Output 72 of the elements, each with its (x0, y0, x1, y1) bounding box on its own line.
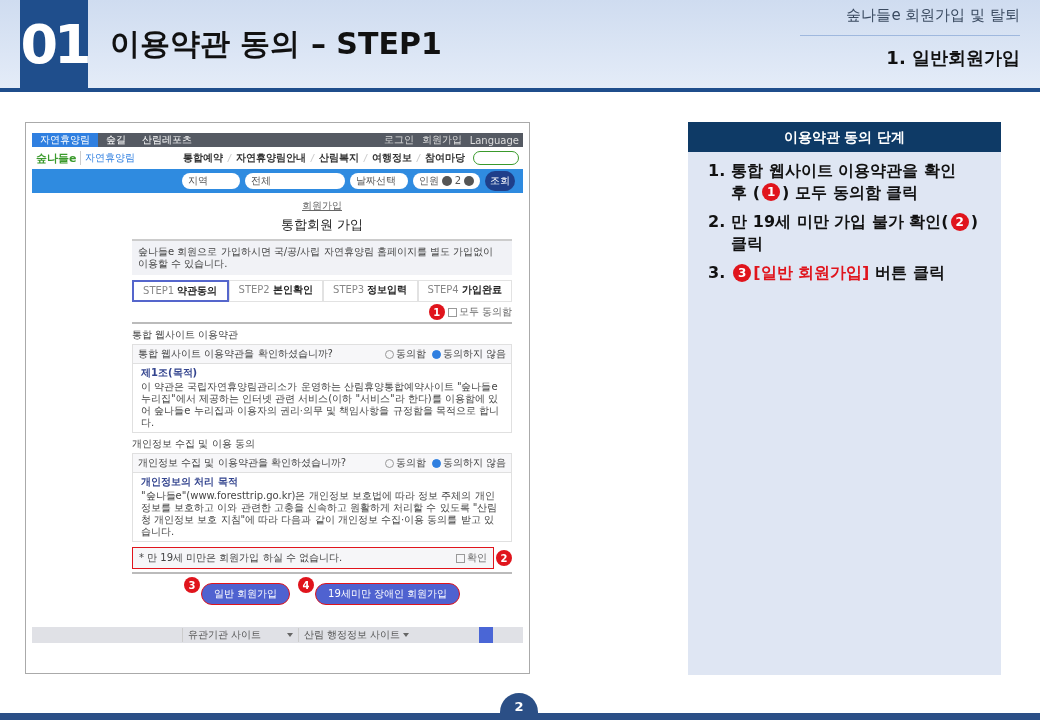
category-label: 숲나들e 회원가입 및 탈퇴 (800, 0, 1020, 36)
search-button[interactable]: 조회 (485, 171, 515, 191)
step-tab[interactable]: STEP1 약관동의 (132, 280, 229, 302)
breadcrumb[interactable]: 회원가입 (132, 199, 512, 213)
terms-heading: 개인정보의 처리 목적 (141, 476, 239, 488)
site-tab[interactable]: 산림레포츠 (134, 133, 200, 147)
step-text: 후 ( (731, 181, 761, 204)
top-link[interactable]: Language (465, 134, 523, 146)
chapter-number: 01 (20, 0, 88, 88)
nav-item[interactable]: 참여마당 (425, 151, 465, 165)
terms-heading: 제1조(목적) (141, 367, 199, 379)
caret-icon (403, 633, 409, 637)
step-text: ) (970, 211, 978, 233)
step-text: ) 모두 동의함 클릭 (782, 181, 919, 204)
brand-label: 자연휴양림 (80, 151, 136, 165)
site-logo[interactable]: 숲나들e (36, 150, 77, 166)
marker-badge: 1 (428, 304, 445, 320)
section-title: 통합 웹사이트 이용약관 (132, 328, 240, 342)
terms-paragraph: 이 약관은 국립자연휴양림관리소가 운영하는 산림휴양통합예약사이트 "숲나들e 누리집"에서 제공하는 인터넷 관련 서비스(이하 "서비스"라 한다)를 이용함에 있어 숲나들e 누리집과 이용자의 권리·의무 및 책임사항을 규정함을 목적으로 합니다. (141, 381, 500, 429)
marker-badge: 3 (733, 264, 752, 283)
top-link[interactable]: 로그인 (379, 133, 418, 147)
minus-button[interactable] (441, 176, 452, 186)
marker-badge: 3 (183, 577, 200, 593)
nav-item[interactable]: 통합예약 (183, 151, 223, 165)
step-number: 1. (708, 160, 726, 182)
step-text: 통합 웹사이트 이용약관을 확인 (731, 160, 956, 182)
site-select[interactable]: 유관기관 사이트 (182, 628, 298, 642)
region-select[interactable]: 지역 (182, 173, 240, 189)
date-select[interactable]: 날짜선택 (349, 173, 408, 189)
step-text: 만 19세 미만 가입 불가 확인( (731, 211, 949, 233)
agree-radio[interactable]: 동의함 (384, 347, 426, 361)
area-select[interactable]: 전체 (244, 173, 345, 189)
people-count: 2 (454, 174, 462, 188)
signup-button[interactable]: 일반 회원가입 (200, 583, 291, 605)
section-title: 개인정보 수집 및 이용 동의 (132, 437, 256, 451)
site-tab[interactable]: 자연휴양림 (32, 133, 98, 147)
terms-paragraph: "숲나들e"(www.foresttrip.go.kr)은 개인정보 보호법에 따라 정보 주체의 개인정보를 보호하고 이와 관련한 고충을 신속하고 원활하게 처리할 수 있도록 "산림청 개인정보 보호 지침"에 따라 다음과 같이 개인정보 수집·이용 동의를 받고 있습니다. (141, 490, 499, 538)
page-title: 통합회원 가입 (279, 216, 365, 234)
site-tab[interactable]: 숲길 (98, 133, 134, 147)
nav-item[interactable]: 자연휴양림안내 (236, 151, 306, 165)
agree-radio[interactable]: 동의함 (384, 456, 426, 470)
nav-item[interactable]: 여행정보 (372, 151, 412, 165)
step-tab[interactable]: STEP4 가입완료 (417, 280, 512, 302)
signup-button[interactable]: 19세미만 장애인 회원가입 (315, 583, 461, 605)
agree-all-checkbox[interactable]: 모두 동의함 (447, 305, 512, 319)
question-text: 통합 웹사이트 이용약관을 확인하셨습니까? (138, 347, 334, 361)
plus-button[interactable] (464, 176, 475, 186)
caret-icon (287, 633, 293, 637)
agree-radio[interactable]: 동의하지 않음 (431, 456, 506, 470)
step-text: 클릭 (731, 232, 764, 255)
panel-title: 이용약관 동의 단계 (688, 122, 1001, 152)
nav-item[interactable]: 산림복지 (319, 151, 359, 165)
step-number: 2. (708, 211, 726, 234)
marker-badge: 1 (762, 183, 781, 202)
agree-radio[interactable]: 동의하지 않음 (431, 347, 506, 361)
button-name: [일반 회원가입] (753, 262, 870, 284)
marker-badge: 2 (950, 213, 969, 231)
question-text: 개인정보 수집 및 이용약관을 확인하셨습니까? (138, 456, 348, 470)
marker-badge: 4 (298, 577, 315, 593)
site-select[interactable]: 산림 행정정보 사이트 (298, 628, 414, 642)
marker-badge: 2 (496, 550, 512, 566)
section-title: 1. 일반회원가입 (886, 46, 1020, 70)
step-text: 버튼 클릭 (874, 262, 945, 284)
step-tab[interactable]: STEP2 본인확인 (228, 280, 323, 302)
notice-text: 숲나들e 회원으로 가입하시면 국/공/사립 자연휴양림 홈페이지를 별도 가입없이 이용할 수 있습니다. (132, 239, 512, 275)
step-number: 3. (708, 262, 726, 284)
top-link[interactable]: 회원가입 (417, 133, 466, 147)
age-notice-text: * 만 19세 미만은 회원가입 하실 수 없습니다. (139, 551, 343, 565)
slide-title: 이용약관 동의 – STEP1 (110, 24, 442, 63)
people-label: 인원 (418, 174, 439, 188)
step-tab[interactable]: STEP3 정보입력 (323, 280, 418, 302)
confirm-checkbox[interactable]: 확인 (456, 551, 487, 565)
